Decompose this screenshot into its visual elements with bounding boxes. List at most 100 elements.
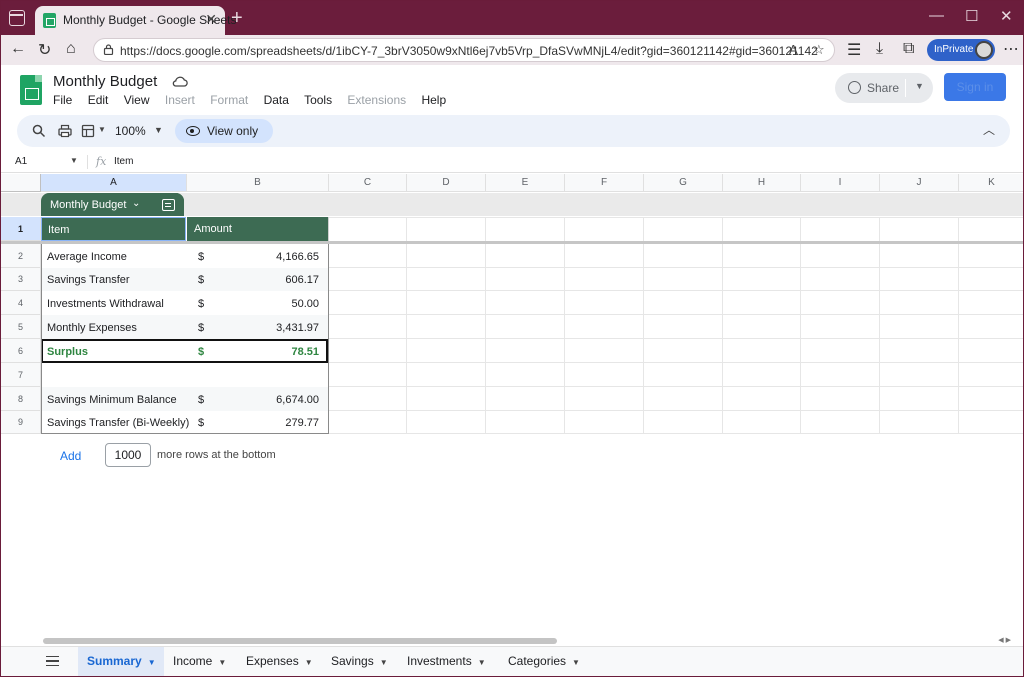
fx-icon: fx — [96, 155, 107, 168]
menu-bar: File Edit View Insert Format Data Tools … — [53, 93, 458, 107]
table-row[interactable]: Monthly Expenses $ 3,431.97 — [41, 315, 328, 339]
scroll-arrows-icon[interactable]: ◀ ▶ — [998, 636, 1011, 644]
favorite-star-icon[interactable]: ☆ — [813, 42, 825, 58]
sheet-tab-bar: Summary ▼ Income ▼ Expenses ▼ Savings ▼ Inve… — [1, 646, 1023, 676]
format-icon[interactable] — [81, 124, 95, 138]
print-icon[interactable] — [58, 124, 72, 138]
zoom-select[interactable]: 100% — [115, 124, 146, 138]
cell-item: Savings Minimum Balance — [47, 394, 177, 406]
sign-in-button[interactable]: Sign in — [944, 73, 1006, 101]
menu-edit[interactable]: Edit — [88, 93, 109, 107]
add-rows-count-input[interactable]: 1000 — [105, 443, 151, 467]
name-box-dropdown-icon[interactable]: ▼ — [70, 156, 78, 165]
sheet-tab-categories[interactable]: Categories ▼ — [499, 647, 580, 676]
collapse-toolbar-icon[interactable]: ︿ — [983, 121, 995, 138]
tab-actions-icon[interactable] — [9, 10, 25, 26]
sheet-tab-income[interactable]: Income ▼ — [164, 647, 227, 676]
inprivate-label: InPrivate — [934, 44, 974, 55]
column-header-b[interactable]: B — [187, 174, 329, 192]
column-header-j[interactable]: J — [880, 174, 959, 192]
table-row[interactable]: Average Income $ 4,166.65 — [41, 244, 328, 268]
row-header-8[interactable]: 8 — [1, 387, 41, 411]
menu-extensions: Extensions — [347, 93, 407, 107]
column-header-a[interactable]: A — [41, 174, 187, 192]
name-box[interactable]: A1 — [15, 156, 27, 167]
column-header-f[interactable]: F — [565, 174, 644, 192]
inprivate-badge[interactable]: InPrivate — [927, 39, 995, 61]
menu-view[interactable]: View — [124, 93, 150, 107]
avatar — [975, 41, 993, 59]
cell-item: Average Income — [47, 251, 127, 263]
column-header-g[interactable]: G — [644, 174, 723, 192]
browser-tab[interactable]: Monthly Budget - Google Sheets ✕ — [35, 6, 236, 35]
sheet-tab-summary[interactable]: Summary ▼ — [78, 647, 164, 676]
row-header-6[interactable]: 6 — [1, 339, 41, 363]
row-header-1[interactable]: 1 — [1, 217, 41, 241]
select-all-corner[interactable] — [1, 174, 41, 192]
table-view-button[interactable] — [154, 193, 184, 216]
column-header-e[interactable]: E — [486, 174, 565, 192]
menu-help[interactable]: Help — [421, 93, 446, 107]
sheet-tab-label: Summary — [87, 654, 142, 668]
maximize-icon[interactable]: ☐ — [965, 7, 978, 25]
row-header-9[interactable]: 9 — [1, 411, 41, 434]
add-rows-button[interactable]: Add — [60, 449, 81, 463]
zoom-dropdown-icon[interactable]: ▼ — [154, 125, 163, 135]
close-window-icon[interactable]: ✕ — [1000, 7, 1013, 25]
sheets-logo-icon[interactable] — [20, 75, 42, 105]
row-header-7[interactable]: 7 — [1, 363, 41, 387]
eye-icon — [186, 126, 200, 136]
minimize-icon[interactable]: — — [929, 7, 944, 24]
downloads-icon[interactable]: ⤓ — [876, 40, 883, 58]
table-row[interactable] — [41, 363, 328, 387]
scrollbar-thumb[interactable] — [43, 638, 557, 644]
format-dropdown-icon[interactable]: ▼ — [98, 125, 106, 134]
column-header-h[interactable]: H — [723, 174, 801, 192]
cell-currency: $ — [198, 274, 205, 286]
sheet-tab-savings[interactable]: Savings ▼ — [322, 647, 388, 676]
table-row[interactable]: Investments Withdrawal $ 50.00 — [41, 291, 328, 315]
share-dropdown-icon[interactable]: ▼ — [915, 81, 924, 91]
url-text: https://docs.google.com/spreadsheets/d/1… — [120, 44, 818, 58]
new-tab-icon[interactable]: + — [231, 7, 243, 30]
sheet-tab-expenses[interactable]: Expenses ▼ — [237, 647, 313, 676]
browser-tab-bar: Monthly Budget - Google Sheets ✕ + — ☐ ✕ — [1, 1, 1023, 35]
row-header-3[interactable]: 3 — [1, 268, 41, 291]
all-sheets-menu-icon[interactable] — [46, 656, 59, 666]
surplus-row[interactable]: Surplus $ 78.51 — [41, 339, 328, 363]
search-icon[interactable] — [32, 124, 46, 138]
column-header-c[interactable]: C — [329, 174, 407, 192]
close-tab-icon[interactable]: ✕ — [205, 11, 217, 28]
column-header-k[interactable]: K — [959, 174, 1023, 192]
read-aloud-icon[interactable]: A — [789, 42, 798, 57]
refresh-icon[interactable]: ↻ — [38, 40, 51, 60]
url-field[interactable]: https://docs.google.com/spreadsheets/d/1… — [93, 38, 835, 62]
table-row[interactable]: Savings Transfer $ 606.17 — [41, 268, 328, 291]
view-only-button[interactable]: View only — [175, 119, 273, 143]
share-button[interactable]: Share ▼ — [835, 73, 933, 103]
table-header-amount[interactable]: Amount — [187, 217, 328, 241]
back-icon[interactable]: ← — [10, 40, 26, 58]
extensions-icon[interactable]: ⧉ — [903, 40, 914, 58]
menu-data[interactable]: Data — [264, 93, 289, 107]
favorites-icon[interactable]: ☰ — [847, 40, 861, 60]
sheet-tab-investments[interactable]: Investments ▼ — [398, 647, 486, 676]
spreadsheet-grid[interactable]: A B C D E F G H I J K Monthly Budget ⌄ 1… — [1, 174, 1023, 636]
cell-amount: 3,431.97 — [276, 322, 319, 334]
row-header-5[interactable]: 5 — [1, 315, 41, 339]
column-header-d[interactable]: D — [407, 174, 486, 192]
row-header-4[interactable]: 4 — [1, 291, 41, 315]
more-options-icon[interactable]: ⋯ — [1003, 39, 1019, 59]
formula-input[interactable]: Item — [114, 156, 133, 167]
table-row[interactable]: Savings Transfer (Bi-Weekly) $ 279.77 — [41, 411, 328, 434]
horizontal-scrollbar[interactable]: ◀ ▶ — [1, 636, 1023, 646]
table-row[interactable]: Savings Minimum Balance $ 6,674.00 — [41, 387, 328, 411]
table-header-item[interactable]: Item — [41, 217, 186, 241]
cloud-saved-icon[interactable] — [172, 75, 188, 87]
chevron-down-icon: ▼ — [218, 658, 227, 667]
menu-file[interactable]: File — [53, 93, 72, 107]
home-icon[interactable]: ⌂ — [66, 40, 76, 58]
menu-tools[interactable]: Tools — [304, 93, 332, 107]
row-header-2[interactable]: 2 — [1, 244, 41, 268]
column-header-i[interactable]: I — [801, 174, 880, 192]
